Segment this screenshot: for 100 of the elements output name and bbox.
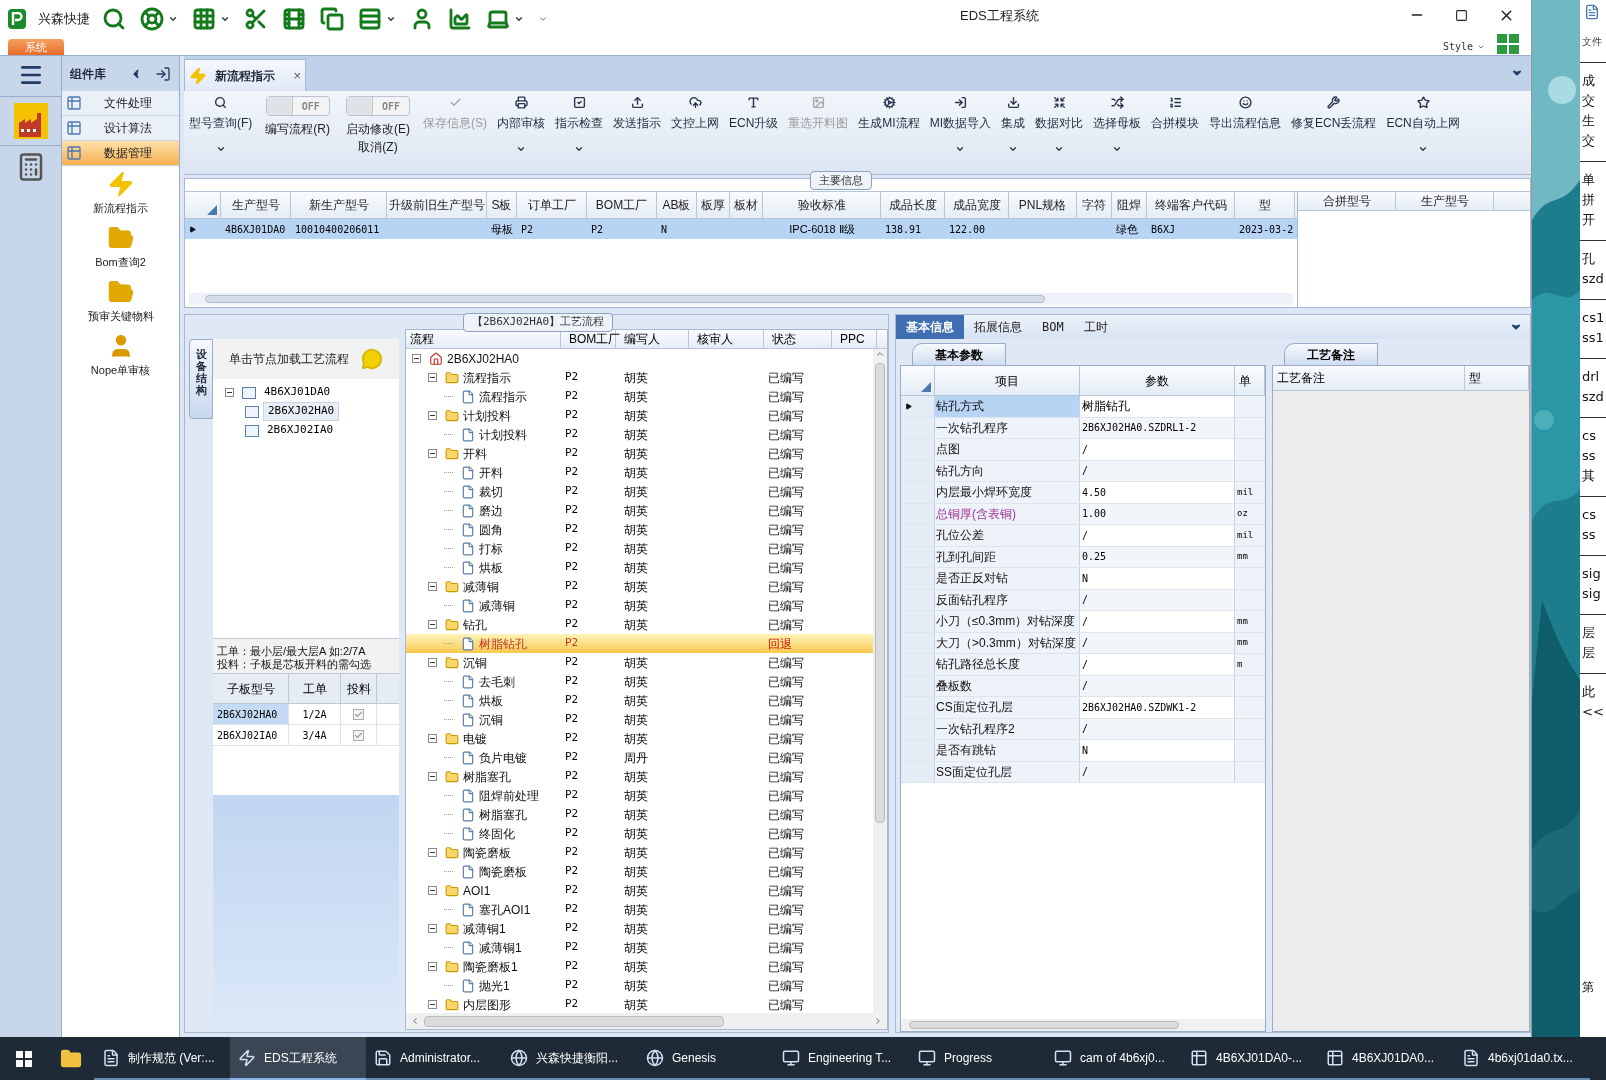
tool-item[interactable]: 新流程指示 bbox=[62, 170, 179, 220]
scroll-thumb[interactable] bbox=[875, 363, 885, 823]
horizontal-scrollbar[interactable] bbox=[406, 1013, 887, 1029]
detail-tab[interactable]: BOM bbox=[1032, 315, 1074, 339]
taskbar-item[interactable]: 4b6xj01da0.tx... bbox=[1454, 1037, 1590, 1080]
column-header[interactable]: 板厚 bbox=[697, 192, 730, 218]
tree-row[interactable]: 流程指示 P2 胡英 已编写 bbox=[406, 387, 873, 406]
taskbar-item[interactable]: 4B6XJ01DA0-... bbox=[1182, 1037, 1318, 1080]
tree-row[interactable]: 减薄铜 P2 胡英 已编写 bbox=[406, 596, 873, 615]
scissors-icon[interactable] bbox=[244, 7, 268, 31]
category-item[interactable]: 数据管理 bbox=[62, 141, 179, 166]
close-tab-button[interactable]: × bbox=[293, 65, 301, 86]
scroll-up-icon[interactable] bbox=[875, 349, 885, 359]
panel-tab[interactable]: 基本参数 bbox=[912, 343, 1006, 365]
tree-row[interactable]: 树脂塞孔 P2 胡英 已编写 bbox=[406, 767, 873, 786]
collapse-icon[interactable] bbox=[428, 734, 437, 743]
vertical-scrollbar[interactable] bbox=[873, 349, 887, 1013]
table-cell[interactable]: CS面定位孔层 bbox=[935, 697, 1080, 718]
ribbon-button[interactable]: 文控上网 bbox=[666, 92, 724, 164]
ribbon-button[interactable]: MI数据导入 bbox=[924, 92, 997, 164]
tool-item[interactable]: Nope单审核 bbox=[62, 332, 179, 382]
ribbon-button[interactable]: 导出流程信息 bbox=[1204, 92, 1287, 164]
collapse-icon[interactable] bbox=[225, 388, 234, 397]
taskbar-item[interactable]: Administrator... bbox=[366, 1037, 502, 1080]
grid-icon[interactable] bbox=[192, 7, 216, 31]
taskbar-item[interactable]: EDS工程系统 bbox=[230, 1037, 366, 1080]
checkbox[interactable] bbox=[353, 729, 364, 741]
document-tab[interactable]: 新流程指示 × bbox=[184, 59, 306, 91]
table-cell[interactable]: 孔到孔间距 bbox=[935, 546, 1080, 567]
column-header[interactable]: AB板 bbox=[657, 192, 697, 218]
tree-row[interactable]: 磨边 P2 胡英 已编写 bbox=[406, 501, 873, 520]
tree-row[interactable]: 减薄铜1 P2 胡英 已编写 bbox=[406, 938, 873, 957]
tree-row[interactable]: 树脂钻孔 P2 回退 bbox=[406, 634, 873, 653]
factory-icon[interactable] bbox=[13, 103, 48, 139]
table-row[interactable]: 4B6XJ01DA0 10010400206011 母板 P2 P2 N IPC-6018 Ⅱ级 138.91 122.00 绿色 B6XJ 2023-03-2 bbox=[185, 219, 1297, 239]
tree-row[interactable]: 去毛刺 P2 胡英 已编写 bbox=[406, 672, 873, 691]
column-header[interactable]: 订单工厂 bbox=[517, 192, 587, 218]
scroll-thumb[interactable] bbox=[205, 295, 1045, 303]
collapse-icon[interactable] bbox=[428, 373, 437, 382]
column-header[interactable]: S板 bbox=[487, 192, 517, 218]
taskbar-item[interactable]: cam of 4b6xj0... bbox=[1046, 1037, 1182, 1080]
column-header[interactable]: PNL规格 bbox=[1009, 192, 1077, 218]
column-header[interactable]: 终端客户代码 bbox=[1147, 192, 1235, 218]
column-header[interactable]: 合拼型号 bbox=[1298, 192, 1396, 210]
checkbox[interactable] bbox=[353, 708, 364, 720]
tree-row[interactable]: 圆角 P2 胡英 已编写 bbox=[406, 520, 873, 539]
tree-row[interactable]: 烘板 P2 胡英 已编写 bbox=[406, 691, 873, 710]
collapse-icon[interactable] bbox=[428, 620, 437, 629]
tree-row[interactable]: 陶瓷磨板1 P2 胡英 已编写 bbox=[406, 957, 873, 976]
table-cell[interactable]: 钻孔方式 bbox=[935, 396, 1080, 417]
tree-row[interactable]: 2B6XJ02HA0 bbox=[406, 349, 873, 368]
collapse-icon[interactable] bbox=[428, 1000, 437, 1009]
column-header[interactable]: 生产型号 bbox=[1396, 192, 1494, 210]
tree-row[interactable]: AOI1 P2 胡英 已编写 bbox=[406, 881, 873, 900]
scroll-right-icon[interactable] bbox=[873, 1016, 883, 1026]
style-menu[interactable]: Style bbox=[1442, 39, 1485, 54]
column-header[interactable]: 项目 bbox=[935, 366, 1080, 395]
category-item[interactable]: 设计算法 bbox=[62, 116, 179, 141]
table-cell[interactable]: 总铜厚(含表铜) bbox=[935, 503, 1080, 524]
column-header[interactable]: 工单 bbox=[289, 674, 341, 703]
column-header[interactable]: BOM工厂 bbox=[587, 192, 657, 218]
tree-row[interactable]: 终固化 P2 胡英 已编写 bbox=[406, 824, 873, 843]
table-cell[interactable]: 点图 bbox=[935, 439, 1080, 460]
tree-row[interactable]: 开料 P2 胡英 已编写 bbox=[406, 463, 873, 482]
dock-icon[interactable] bbox=[155, 65, 171, 82]
taskbar-item[interactable]: Progress bbox=[910, 1037, 1046, 1080]
tool-item[interactable]: 预审关键物料 bbox=[62, 278, 179, 328]
column-header[interactable]: 字符 bbox=[1077, 192, 1112, 218]
film-icon[interactable] bbox=[282, 7, 306, 31]
column-header[interactable]: 流程 bbox=[406, 330, 561, 348]
panel-tab[interactable]: 工艺备注 bbox=[1284, 343, 1378, 365]
column-header[interactable]: 生产型号 bbox=[221, 192, 291, 218]
collapse-icon[interactable] bbox=[428, 848, 437, 857]
menu-item[interactable]: 文件 bbox=[1580, 32, 1606, 52]
area-chart-icon[interactable] bbox=[448, 7, 472, 31]
column-header[interactable]: 验收标准 bbox=[763, 192, 881, 218]
table-cell[interactable]: 2B6XJ02HA0 bbox=[213, 704, 289, 724]
tree-item[interactable]: 2B6XJ02IA0 bbox=[263, 422, 338, 439]
column-header[interactable]: 阻焊 bbox=[1112, 192, 1147, 218]
column-header[interactable]: 参数 bbox=[1080, 366, 1235, 395]
side-tab[interactable]: 设备结构 bbox=[189, 339, 213, 419]
tree-row[interactable]: 内层图形 P2 胡英 已编写 bbox=[406, 995, 873, 1013]
column-header[interactable]: 新生产型号 bbox=[291, 192, 387, 218]
collapse-icon[interactable] bbox=[412, 354, 421, 363]
tree-row[interactable]: 减薄铜 P2 胡英 已编写 bbox=[406, 577, 873, 596]
caret-icon[interactable] bbox=[386, 14, 396, 24]
column-header[interactable]: 板材 bbox=[730, 192, 763, 218]
ribbon-button[interactable]: 指示检查 bbox=[550, 92, 608, 164]
caret-icon[interactable] bbox=[514, 14, 524, 24]
table-cell[interactable]: 一次钻孔程序2 bbox=[935, 718, 1080, 739]
tree-row[interactable]: 流程指示 P2 胡英 已编写 bbox=[406, 368, 873, 387]
tree-row[interactable]: 烘板 P2 胡英 已编写 bbox=[406, 558, 873, 577]
ribbon-button[interactable]: ECN自动上网 bbox=[1381, 92, 1465, 164]
tree-row[interactable]: 抛光1 P2 胡英 已编写 bbox=[406, 976, 873, 995]
table-cell[interactable]: 2B6XJ02IA0 bbox=[213, 725, 289, 745]
list-icon[interactable] bbox=[358, 7, 382, 31]
tree-row[interactable]: 计划投料 P2 胡英 已编写 bbox=[406, 406, 873, 425]
scroll-thumb[interactable] bbox=[424, 1015, 724, 1027]
customize-icon[interactable] bbox=[538, 14, 548, 24]
column-header[interactable]: 单 bbox=[1235, 366, 1265, 395]
